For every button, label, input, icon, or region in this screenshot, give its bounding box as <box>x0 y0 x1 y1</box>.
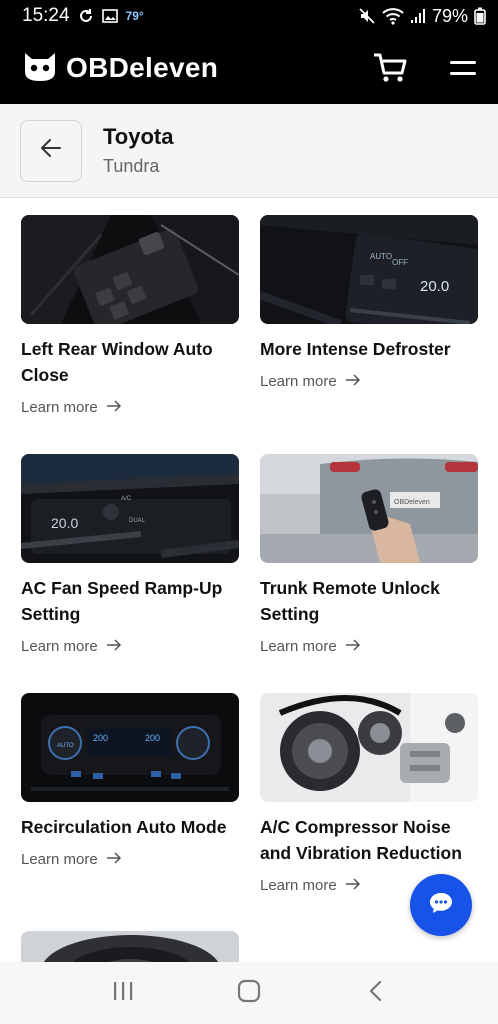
card-title[interactable]: A/C Compressor Noise and Vibration Reduc… <box>260 814 478 866</box>
arrow-right-icon <box>345 877 361 894</box>
arrow-right-icon <box>106 851 122 868</box>
card-title[interactable]: Left Rear Window Auto Close <box>21 336 239 388</box>
trunk-plate-text: OBDeleven <box>394 499 430 506</box>
battery-icon <box>474 7 486 25</box>
app-name: OBDeleven <box>66 52 219 83</box>
defroster-panel-image[interactable]: AUTO OFF 20.0 <box>260 215 478 324</box>
learn-more-label: Learn more <box>21 851 98 868</box>
learn-more-label: Learn more <box>21 638 98 655</box>
app-logo[interactable]: OBDeleven <box>22 50 218 87</box>
vehicle-bar: Toyota Tundra <box>0 104 498 198</box>
feature-card[interactable]: AUTO OFF 20.0 More Intense Defroster Lea… <box>260 215 478 390</box>
owl-logo-icon <box>22 50 58 87</box>
menu-icon[interactable] <box>450 58 476 78</box>
vehicle-model: Tundra <box>103 155 160 176</box>
feature-card[interactable] <box>21 931 239 962</box>
ac-label-text: A/C <box>121 496 132 502</box>
window-switch-image[interactable] <box>21 215 239 324</box>
header-actions <box>372 52 476 84</box>
trunk-remote-image[interactable]: OBDeleven <box>260 454 478 563</box>
vehicle-make: Toyota <box>103 123 174 149</box>
card-title[interactable]: Trunk Remote Unlock Setting <box>260 575 478 627</box>
gallery-icon <box>101 9 118 23</box>
status-time: 15:24 <box>22 5 70 26</box>
arrow-right-icon <box>345 638 361 655</box>
learn-more-label: Learn more <box>260 877 337 894</box>
fan-speed-image[interactable]: 20.0 A/C DUAL <box>21 454 239 563</box>
learn-more-label: Learn more <box>21 399 98 416</box>
status-right: 79% <box>358 6 486 27</box>
arrow-right-icon <box>106 399 122 416</box>
feature-card[interactable]: Left Rear Window Auto Close Learn more <box>21 215 239 416</box>
home-button[interactable] <box>219 968 279 1018</box>
fan-temp-text: 20.0 <box>51 515 78 531</box>
speaker-image[interactable] <box>21 931 239 962</box>
chat-button[interactable] <box>410 874 472 936</box>
arrow-right-icon <box>345 373 361 390</box>
vehicle-info: Toyota Tundra <box>103 123 173 179</box>
back-button[interactable] <box>20 119 82 182</box>
feature-card[interactable]: 20.0 A/C DUAL AC Fan Speed Ramp-Up Setti… <box>21 454 239 655</box>
chevron-left-icon <box>368 980 382 1007</box>
status-left: 15:24 79° <box>22 5 144 27</box>
defroster-temp-text: 20.0 <box>420 278 449 295</box>
dual-label-text: DUAL <box>129 518 146 524</box>
arrow-left-icon <box>40 138 62 163</box>
learn-more-link[interactable]: Learn more <box>21 851 239 868</box>
signal-icon <box>410 8 426 24</box>
arrow-right-icon <box>106 638 122 655</box>
home-icon <box>237 979 261 1008</box>
card-title[interactable]: Recirculation Auto Mode <box>21 814 239 840</box>
recent-apps-icon <box>112 981 134 1006</box>
sync-icon <box>78 8 94 24</box>
recirculation-panel-image[interactable]: 200 200 AUTO <box>21 693 239 802</box>
learn-more-label: Learn more <box>260 373 337 390</box>
card-title[interactable]: AC Fan Speed Ramp-Up Setting <box>21 575 239 627</box>
learn-more-link[interactable]: Learn more <box>260 373 478 390</box>
system-nav-bar <box>0 962 498 1024</box>
recirc-left-temp-text: 200 <box>93 733 108 743</box>
cart-icon[interactable] <box>372 52 408 84</box>
app-header: OBDeleven <box>0 32 498 104</box>
feature-card[interactable]: A/C Compressor Noise and Vibration Reduc… <box>260 693 478 894</box>
recent-apps-button[interactable] <box>93 968 153 1018</box>
defroster-auto-text: AUTO <box>370 252 392 261</box>
system-back-button[interactable] <box>345 968 405 1018</box>
defroster-off-text: OFF <box>392 258 408 267</box>
recirc-right-temp-text: 200 <box>145 733 160 743</box>
compressor-image[interactable] <box>260 693 478 802</box>
battery-percent: 79% <box>431 5 468 26</box>
chat-bubble-icon <box>428 891 454 920</box>
status-temperature: 79° <box>125 9 144 23</box>
card-title[interactable]: More Intense Defroster <box>260 336 478 362</box>
wifi-icon <box>382 7 404 25</box>
mute-icon <box>358 7 376 25</box>
recirc-auto-text: AUTO <box>57 743 74 749</box>
status-bar: 15:24 79° 79% <box>0 0 498 32</box>
learn-more-link[interactable]: Learn more <box>21 638 239 655</box>
learn-more-link[interactable]: Learn more <box>21 399 239 416</box>
feature-card[interactable]: OBDeleven Trunk Remote Unlock Setting Le… <box>260 454 478 655</box>
learn-more-label: Learn more <box>260 638 337 655</box>
feature-card[interactable]: 200 200 AUTO Recirculation Auto Mode Lea… <box>21 693 239 868</box>
learn-more-link[interactable]: Learn more <box>260 638 478 655</box>
